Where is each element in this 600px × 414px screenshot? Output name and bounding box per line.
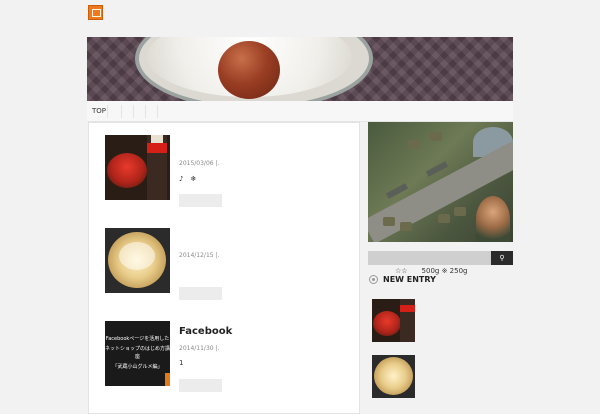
search-input[interactable]	[368, 251, 491, 265]
post-thumbnail[interactable]: Facebookページを活用した ネットショップのはじめ方講座 「武蔵小山グルメ…	[105, 321, 170, 386]
nav-divider	[145, 105, 146, 118]
new-entry-heading: NEW ENTRY	[383, 275, 436, 284]
new-entry-thumbnail[interactable]	[372, 299, 415, 342]
post-title[interactable]: Facebook	[179, 326, 232, 337]
nav-item-top[interactable]: TOP	[92, 107, 106, 115]
global-nav: TOP	[87, 101, 513, 122]
site-logo-icon[interactable]	[88, 5, 103, 20]
nav-divider	[121, 105, 122, 118]
post-meta: ♪ ❄	[179, 175, 197, 183]
read-more-button[interactable]	[179, 379, 222, 392]
post-list: 2015/03/06 |. ♪ ❄ 2014/12/15 |. Facebook…	[88, 122, 360, 414]
header-banner	[87, 37, 513, 101]
post-date: 2014/12/15 |.	[179, 252, 220, 259]
read-more-button[interactable]	[179, 287, 222, 300]
nav-divider	[157, 105, 158, 118]
nav-divider	[133, 105, 134, 118]
post-thumbnail[interactable]	[105, 228, 170, 293]
search-icon[interactable]: ⚲	[491, 251, 513, 265]
thumbnail-caption: Facebookページを活用した	[105, 336, 170, 342]
read-more-button[interactable]	[179, 194, 222, 207]
post-date: 2014/11/30 |.	[179, 345, 220, 352]
new-entry-thumbnail[interactable]	[372, 355, 415, 398]
thumbnail-caption: ネットショップのはじめ方講座	[105, 346, 170, 360]
nav-divider	[107, 105, 108, 118]
post-date: 2015/03/06 |.	[179, 160, 220, 167]
thumbnail-caption: 「武蔵小山グルメ編」	[112, 364, 163, 370]
sidebar-ad-banner[interactable]	[368, 122, 513, 242]
section-bullet-icon	[369, 275, 378, 284]
post-thumbnail[interactable]	[105, 135, 170, 200]
post-meta: 1	[179, 359, 184, 367]
